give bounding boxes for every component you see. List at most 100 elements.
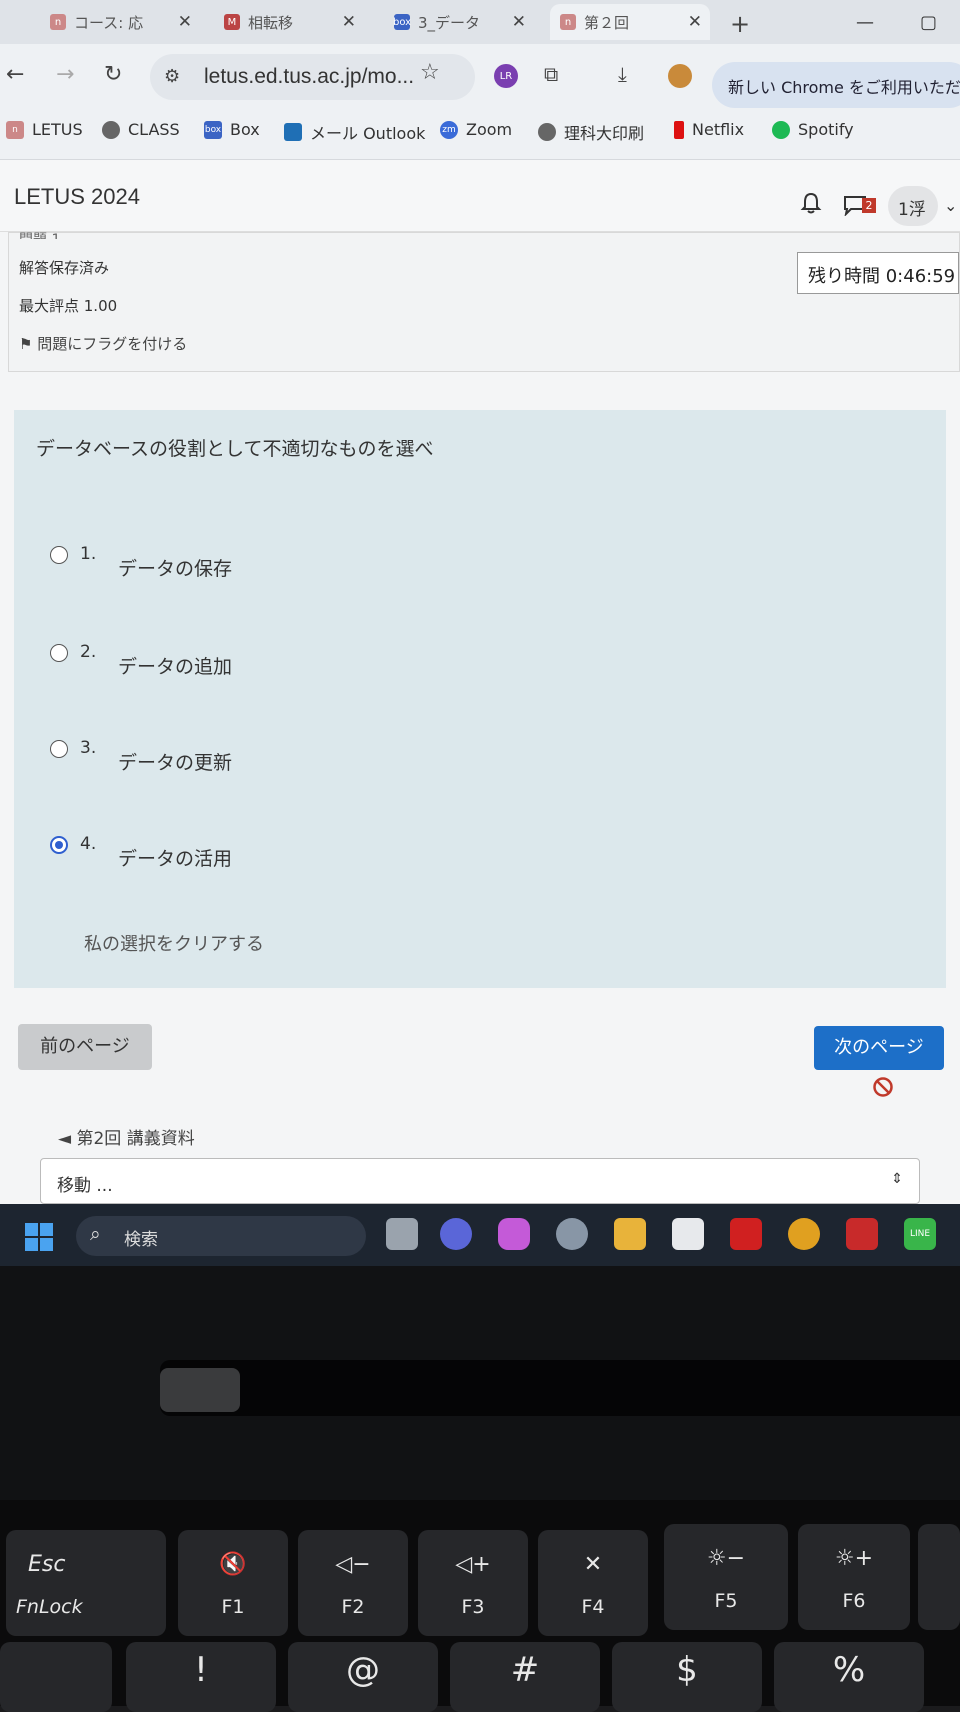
key-esc: Esc FnLock xyxy=(6,1530,166,1636)
flag-icon: ⚑ xyxy=(19,335,38,353)
notification-bell-icon[interactable] xyxy=(800,192,822,214)
volume-down-icon: ◁− xyxy=(335,1552,371,1577)
zoom-icon: zm xyxy=(440,120,458,139)
key-f6: ☼+ F6 xyxy=(798,1524,910,1630)
tab-gmail[interactable]: M 相転移 ✕ xyxy=(214,4,364,40)
tab-course[interactable]: n コース: 応 ✕ xyxy=(40,4,200,40)
letus-favicon-icon: n xyxy=(560,14,576,30)
globe-icon xyxy=(102,120,120,139)
key-f4: ✕ F4 xyxy=(538,1530,648,1636)
mute-icon: 🔇 xyxy=(219,1552,247,1577)
chrome-promo-chip[interactable]: 新しい Chrome をご利用いただけま xyxy=(712,62,960,108)
globe-icon xyxy=(538,123,556,141)
brightness-up-icon: ☼+ xyxy=(834,1546,874,1571)
clear-choice-link[interactable]: 私の選択をクリアする xyxy=(84,930,264,956)
bookmark-netflix[interactable]: Netflix xyxy=(674,120,744,139)
answer-text: データの更新 xyxy=(118,752,233,774)
windows-start-icon[interactable] xyxy=(24,1222,54,1252)
radio-button[interactable] xyxy=(50,740,68,758)
extension-lr-icon[interactable]: LR xyxy=(494,64,518,88)
answer-text: データの追加 xyxy=(118,656,233,678)
close-tab-icon[interactable]: ✕ xyxy=(178,12,192,32)
lms-navbar: LETUS 2024 2 1浮 ⌄ xyxy=(0,160,960,232)
windows-taskbar: ⌕ 検索 LINE xyxy=(0,1204,960,1266)
copilot-icon[interactable] xyxy=(498,1218,530,1250)
chevron-down-icon[interactable]: ⌄ xyxy=(944,196,957,215)
browser-tab-strip: n コース: 応 ✕ M 相転移 ✕ box 3_データ ✕ n 第２回 ✕ +… xyxy=(0,0,960,44)
reload-icon[interactable]: ↻ xyxy=(104,62,122,87)
spotify-icon xyxy=(772,120,790,139)
previous-page-button[interactable]: 前のページ xyxy=(18,1024,152,1070)
bookmark-class[interactable]: CLASS xyxy=(102,120,180,139)
quiz-timer: 残り時間 0:46:59 xyxy=(797,252,959,294)
key-f2: ◁− F2 xyxy=(298,1530,408,1636)
question-status: 解答保存済み xyxy=(19,259,110,277)
key-5: % xyxy=(774,1642,924,1712)
bookmark-zoom[interactable]: zm Zoom xyxy=(440,120,512,139)
store-icon[interactable] xyxy=(672,1218,704,1250)
search-icon: ⌕ xyxy=(90,1223,101,1245)
radio-button-selected[interactable] xyxy=(50,836,68,854)
key-1: ! xyxy=(126,1642,276,1712)
task-view-icon[interactable] xyxy=(386,1218,418,1250)
user-menu-avatar[interactable]: 1浮 xyxy=(888,186,938,226)
browser-toolbar: ← → ↻ ⚙ letus.ed.tus.ac.jp/mo... ☆ LR ⧉ … xyxy=(0,44,960,110)
download-icon[interactable]: ⤓ xyxy=(618,62,627,86)
outlook-icon xyxy=(284,123,302,141)
chrome-icon[interactable] xyxy=(788,1218,820,1250)
close-tab-icon[interactable]: ✕ xyxy=(512,12,526,32)
question-content: データベースの役割として不適切なものを選べ 1. データの保存 2. データの追… xyxy=(14,410,946,988)
settings-gear-icon[interactable] xyxy=(556,1218,588,1250)
l-app-icon[interactable] xyxy=(730,1218,762,1250)
bookmarks-bar: n LETUS CLASS box Box メール Outlook zm Zoo… xyxy=(0,110,960,160)
radio-button[interactable] xyxy=(50,546,68,564)
answer-text: データの活用 xyxy=(118,848,233,870)
laptop-screen: n コース: 応 ✕ M 相転移 ✕ box 3_データ ✕ n 第２回 ✕ +… xyxy=(0,0,960,1204)
next-page-button[interactable]: 次のページ xyxy=(814,1026,944,1070)
radio-button[interactable] xyxy=(50,644,68,662)
question-max-mark: 最大評点 1.00 xyxy=(19,297,118,315)
question-number: 問題 1 xyxy=(19,229,60,239)
bookmark-print[interactable]: 理科大印刷 xyxy=(538,120,644,144)
site-name[interactable]: LETUS 2024 xyxy=(14,184,140,210)
key-4: $ xyxy=(612,1642,762,1712)
profile-avatar[interactable] xyxy=(668,64,692,88)
box-icon: box xyxy=(393,14,411,30)
netflix-icon xyxy=(674,120,684,139)
bookmark-letus[interactable]: n LETUS xyxy=(6,120,83,139)
key-2: @ xyxy=(288,1642,438,1712)
previous-activity-link[interactable]: ◄ 第2回 講義資料 xyxy=(58,1124,195,1149)
key-3: # xyxy=(450,1642,600,1712)
close-tab-icon[interactable]: ✕ xyxy=(688,12,702,32)
bookmark-outlook[interactable]: メール Outlook xyxy=(284,120,425,144)
box-icon: box xyxy=(204,120,222,139)
tab-box[interactable]: box 3_データ ✕ xyxy=(384,4,534,40)
taskbar-search[interactable]: ⌕ 検索 xyxy=(76,1216,366,1256)
key-f3: ◁+ F3 xyxy=(418,1530,528,1636)
bookmark-spotify[interactable]: Spotify xyxy=(772,120,854,139)
file-explorer-icon[interactable] xyxy=(614,1218,646,1250)
bookmark-box[interactable]: box Box xyxy=(204,120,260,139)
key-f5: ☼− F5 xyxy=(664,1524,788,1630)
hinge-highlight xyxy=(160,1368,240,1412)
bookmark-star-icon[interactable]: ☆ xyxy=(420,60,440,85)
maximize-icon[interactable]: ▢ xyxy=(920,12,937,33)
jump-to-select[interactable]: 移動 ... ⇕ xyxy=(40,1158,920,1204)
new-tab-button[interactable]: + xyxy=(730,10,750,38)
line-app-icon[interactable]: LINE xyxy=(904,1218,936,1250)
letus-icon: n xyxy=(6,120,24,139)
site-settings-icon[interactable]: ⚙ xyxy=(164,66,180,87)
key-f7-partial xyxy=(918,1524,960,1630)
volume-up-icon: ◁+ xyxy=(455,1552,491,1577)
flag-question-link[interactable]: ⚑ 問題にフラグを付ける xyxy=(19,333,187,354)
extensions-icon[interactable]: ⧉ xyxy=(544,62,558,86)
trend-micro-icon[interactable] xyxy=(846,1218,878,1250)
answer-text: データの保存 xyxy=(118,558,233,580)
back-icon[interactable]: ← xyxy=(6,62,24,87)
teams-icon[interactable] xyxy=(440,1218,472,1250)
mic-mute-icon: ✕ xyxy=(583,1552,603,1577)
close-tab-icon[interactable]: ✕ xyxy=(342,12,356,32)
forward-icon[interactable]: → xyxy=(56,62,74,87)
tab-quiz[interactable]: n 第２回 ✕ xyxy=(550,4,710,40)
minimize-icon[interactable]: — xyxy=(856,12,874,33)
